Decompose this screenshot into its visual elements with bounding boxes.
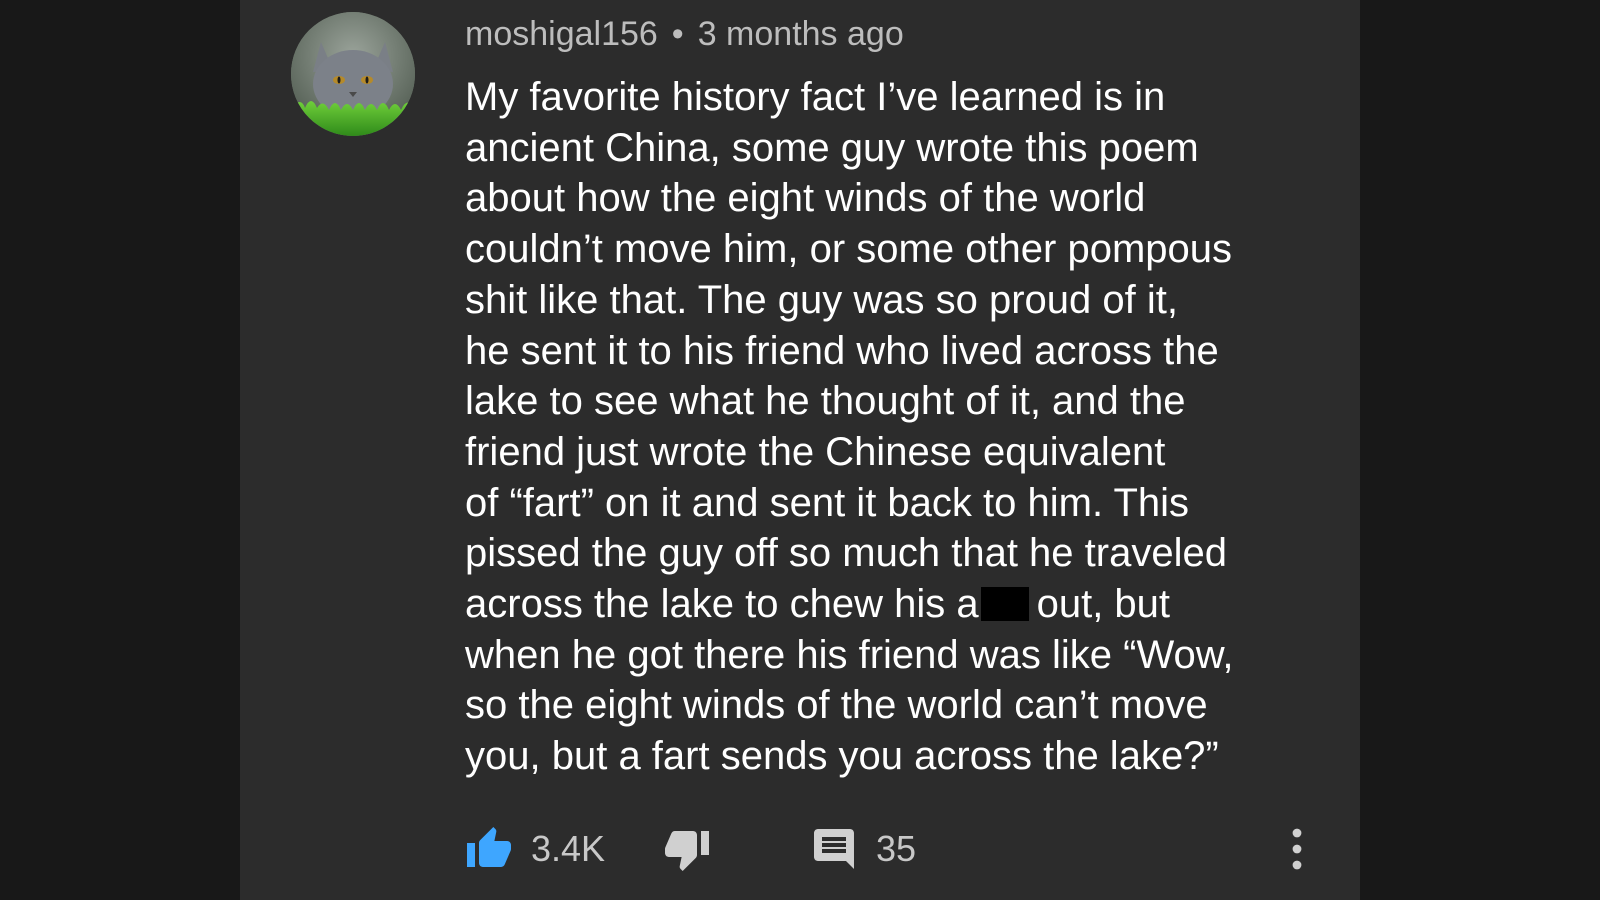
comment-line-start: across the lake to chew his a [465, 582, 979, 627]
comment-line-redacted: across the lake to chew his a out, but [465, 579, 1325, 630]
comment-line: friend just wrote the Chinese equivalent [465, 429, 1166, 474]
author-avatar[interactable] [291, 12, 415, 136]
comment-meta: moshigal156 • 3 months ago [465, 14, 904, 54]
comment-line: lake to see what he thought of it, and t… [465, 379, 1186, 424]
reply-button[interactable]: 35 [810, 818, 916, 880]
comment-line: you, but a fart sends you across the lak… [465, 734, 1219, 779]
like-button[interactable]: 3.4K [465, 818, 605, 880]
more-vertical-icon [1292, 828, 1302, 870]
comment-line-end: out, but [1036, 582, 1171, 627]
comment-line: ancient China, some guy wrote this poem [465, 125, 1199, 170]
comment-line: couldn’t move him, or some other pompous [465, 227, 1233, 272]
comment-line: he sent it to his friend who lived acros… [465, 328, 1219, 373]
comment-line: when he got there his friend was like “W… [465, 632, 1234, 677]
comment-timestamp[interactable]: 3 months ago [698, 15, 904, 53]
comment-line: shit like that. The guy was so proud of … [465, 277, 1178, 322]
reply-count: 35 [876, 828, 917, 869]
comment-line: My favorite history fact I’ve learned is… [465, 75, 1166, 119]
more-options-button[interactable] [1285, 818, 1309, 880]
comment-line: so the eight winds of the world can’t mo… [465, 683, 1208, 728]
thumbs-up-icon [467, 827, 511, 867]
cat-avatar-icon [291, 12, 415, 136]
comment-icon [814, 829, 854, 869]
comment-line: of “fart” on it and sent it back to him.… [465, 480, 1190, 525]
dislike-button[interactable] [663, 818, 711, 880]
redaction-block [980, 587, 1029, 622]
author-name[interactable]: moshigal156 [465, 15, 658, 53]
thumbs-down-icon [665, 831, 709, 871]
like-count: 3.4K [531, 828, 606, 869]
comment-line: about how the eight winds of the world [465, 176, 1146, 221]
meta-separator: • [671, 15, 684, 53]
comment-actions: 3.4K 35 [465, 818, 1335, 890]
comment-panel: moshigal156 • 3 months ago My favorite his… [240, 0, 1360, 900]
comment-body: My favorite history fact I’ve learned is… [465, 72, 1325, 782]
comment-line: pissed the guy off so much that he trave… [465, 531, 1227, 576]
